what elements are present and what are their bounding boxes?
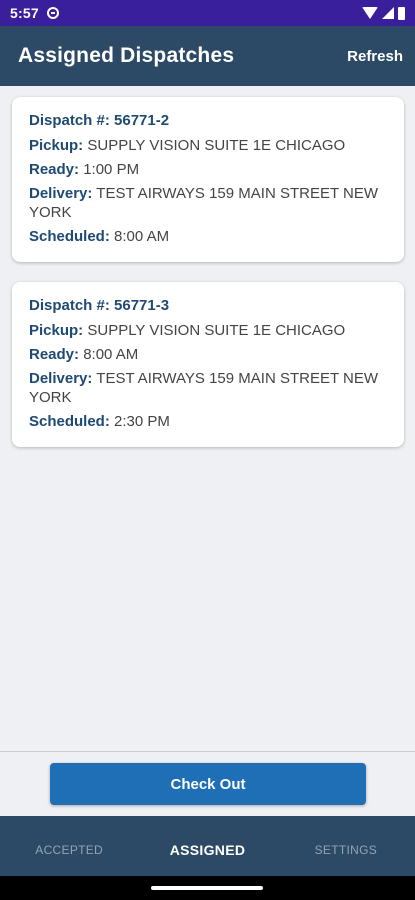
ready-value: 8:00 AM (83, 346, 139, 363)
check-out-button[interactable]: Check Out (50, 763, 366, 805)
tab-assigned[interactable]: ASSIGNED (138, 834, 276, 858)
scheduled-row: Scheduled: 8:00 AM (29, 227, 388, 246)
ready-label: Ready: (29, 161, 80, 178)
scheduled-value: 8:00 AM (114, 228, 170, 245)
pickup-value: SUPPLY VISION SUITE 1E CHICAGO (87, 322, 346, 339)
pickup-value: SUPPLY VISION SUITE 1E CHICAGO (87, 137, 346, 154)
tab-bar: ACCEPTED ASSIGNED SETTINGS (0, 816, 415, 876)
wifi-icon (362, 7, 378, 19)
home-handle[interactable] (151, 886, 263, 890)
dispatch-card[interactable]: Dispatch #: 56771-2 Pickup: SUPPLY VISIO… (12, 97, 404, 262)
delivery-row: Delivery: TEST AIRWAYS 159 MAIN STREET N… (29, 184, 388, 222)
ready-value: 1:00 PM (83, 161, 140, 178)
system-nav-bar (0, 876, 415, 900)
notification-icon (46, 7, 59, 19)
battery-icon (398, 6, 405, 20)
page-title: Assigned Dispatches (18, 44, 235, 67)
ready-label: Ready: (29, 346, 80, 363)
status-time: 5:57 (10, 5, 39, 21)
dispatch-card[interactable]: Dispatch #: 56771-3 Pickup: SUPPLY VISIO… (12, 282, 404, 447)
ready-row: Ready: 1:00 PM (29, 160, 388, 179)
delivery-row: Delivery: TEST AIRWAYS 159 MAIN STREET N… (29, 369, 388, 407)
scheduled-row: Scheduled: 2:30 PM (29, 412, 388, 431)
pickup-label: Pickup: (29, 322, 84, 339)
tab-settings[interactable]: SETTINGS (277, 835, 415, 857)
dispatch-label: Dispatch #: (29, 112, 110, 129)
app-bar: Assigned Dispatches Refresh (0, 26, 415, 86)
dispatch-number-row: Dispatch #: 56771-3 (29, 296, 388, 315)
status-bar: 5:57 (0, 0, 415, 26)
delivery-label: Delivery: (29, 370, 93, 387)
dispatch-label: Dispatch #: (29, 297, 110, 314)
scheduled-value: 2:30 PM (114, 413, 170, 430)
pickup-row: Pickup: SUPPLY VISION SUITE 1E CHICAGO (29, 321, 388, 340)
signal-icon (382, 7, 394, 19)
refresh-button[interactable]: Refresh (347, 48, 403, 65)
pickup-row: Pickup: SUPPLY VISION SUITE 1E CHICAGO (29, 136, 388, 155)
dispatch-number: 56771-2 (114, 112, 170, 129)
tab-accepted[interactable]: ACCEPTED (0, 835, 138, 857)
ready-row: Ready: 8:00 AM (29, 345, 388, 364)
dispatch-number: 56771-3 (114, 297, 170, 314)
delivery-label: Delivery: (29, 185, 93, 202)
pickup-label: Pickup: (29, 137, 84, 154)
scheduled-label: Scheduled: (29, 413, 110, 430)
dispatch-list: Dispatch #: 56771-2 Pickup: SUPPLY VISIO… (0, 86, 415, 467)
status-icons (362, 6, 405, 20)
dispatch-number-row: Dispatch #: 56771-2 (29, 111, 388, 130)
scheduled-label: Scheduled: (29, 228, 110, 245)
